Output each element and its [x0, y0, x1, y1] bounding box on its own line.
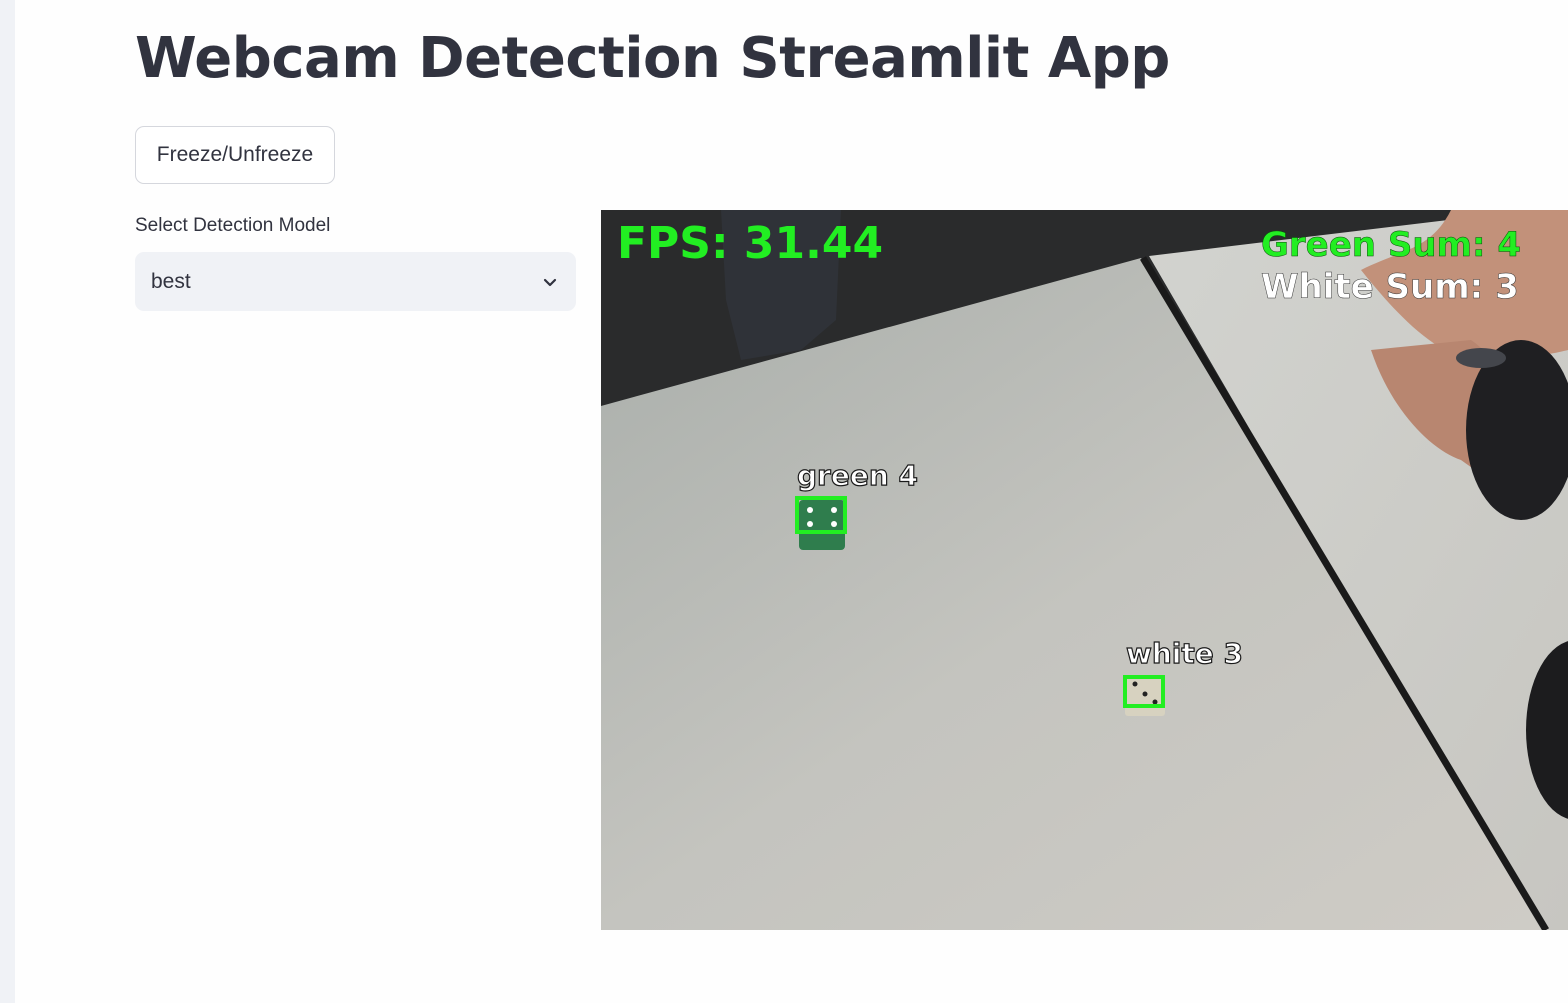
ring: [1456, 348, 1506, 368]
white-sum-text: White Sum: 3: [1261, 267, 1519, 307]
green-sum-text: Green Sum: 4: [1261, 225, 1521, 265]
main-content: Webcam Detection Streamlit App Freeze/Un…: [15, 0, 1568, 1003]
freeze-unfreeze-button-label: Freeze/Unfreeze: [156, 143, 314, 166]
model-select-label: Select Detection Model: [135, 215, 331, 236]
model-select-dropdown[interactable]: best: [135, 252, 576, 311]
chevron-down-icon: [540, 272, 560, 292]
fps-text: FPS: 31.44: [617, 218, 883, 269]
page-title: Webcam Detection Streamlit App: [135, 26, 1170, 91]
detection-label-green: green 4: [797, 459, 918, 492]
freeze-unfreeze-button[interactable]: Freeze/Unfreeze: [135, 126, 335, 184]
detection-label-white: white 3: [1126, 637, 1243, 670]
green-die: [799, 500, 845, 550]
sidebar-collapsed-strip: [0, 0, 15, 1003]
webcam-video-feed: FPS: 31.44 Green Sum: 4 White Sum: 3 gre…: [601, 210, 1568, 930]
model-select-value: best: [151, 269, 191, 293]
